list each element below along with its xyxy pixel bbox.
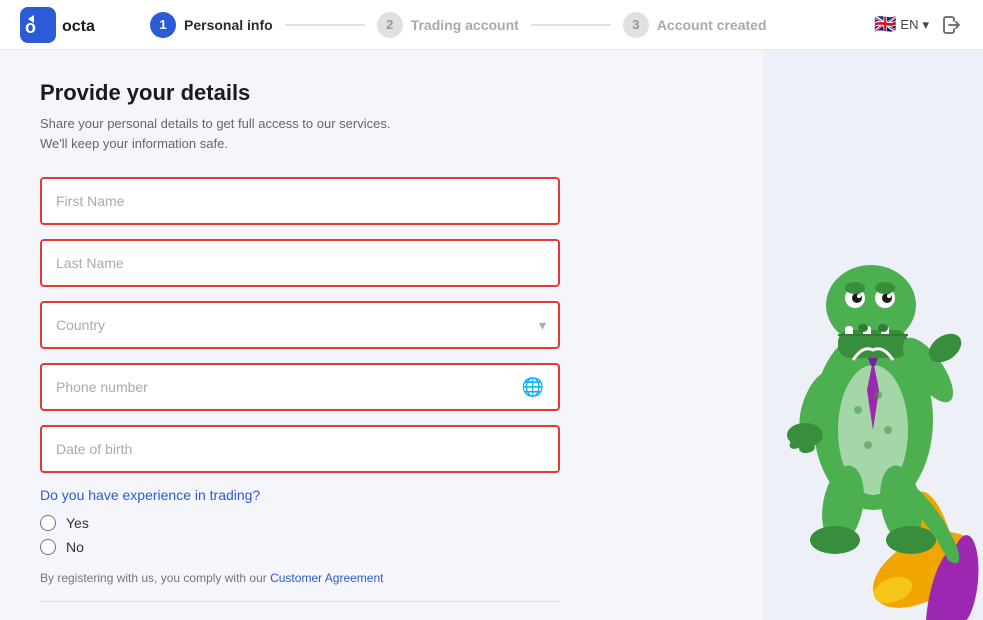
- radio-no-label[interactable]: No: [40, 539, 560, 555]
- terms-text: By registering with us, you comply with …: [40, 571, 560, 585]
- step-connector-1: [285, 24, 365, 26]
- flag-icon: 🇬🇧: [874, 14, 896, 35]
- first-name-input-wrapper: [40, 177, 560, 225]
- page-title: Provide your details: [40, 80, 723, 106]
- step-2-label: Trading account: [411, 17, 519, 33]
- radio-no-text: No: [66, 539, 84, 555]
- last-name-input-wrapper: [40, 239, 560, 287]
- logout-button[interactable]: [941, 14, 963, 36]
- octa-wordmark: octa: [62, 15, 110, 35]
- radio-yes-input[interactable]: [40, 515, 56, 531]
- step-connector-2: [531, 24, 611, 26]
- dob-field: [40, 425, 560, 473]
- header-right: 🇬🇧 EN ▾: [874, 14, 963, 36]
- stepper: 1 Personal info 2 Trading account 3 Acco…: [150, 12, 874, 38]
- step-2-circle: 2: [377, 12, 403, 38]
- step-1-circle: 1: [150, 12, 176, 38]
- step-2: 2 Trading account: [377, 12, 519, 38]
- terms-prefix: By registering with us, you comply with …: [40, 571, 270, 585]
- radio-no-input[interactable]: [40, 539, 56, 555]
- phone-field: 🌐: [40, 363, 560, 411]
- country-input-wrapper: Country United States United Kingdom Can…: [40, 301, 560, 349]
- step-1: 1 Personal info: [150, 12, 273, 38]
- country-select[interactable]: Country United States United Kingdom Can…: [56, 317, 544, 333]
- last-name-input[interactable]: [56, 255, 544, 271]
- trading-question: Do you have experience in trading?: [40, 487, 560, 503]
- chevron-down-icon: ▾: [922, 17, 929, 33]
- divider: [40, 601, 560, 602]
- language-selector[interactable]: 🇬🇧 EN ▾: [874, 14, 929, 35]
- first-name-field: [40, 177, 560, 225]
- step-3: 3 Account created: [623, 12, 767, 38]
- first-name-input[interactable]: [56, 193, 544, 209]
- step-3-label: Account created: [657, 17, 767, 33]
- phone-input[interactable]: [56, 379, 516, 395]
- subtitle-line2: We'll keep your information safe.: [40, 136, 228, 151]
- step-3-circle: 3: [623, 12, 649, 38]
- step-1-label: Personal info: [184, 17, 273, 33]
- language-code: EN: [900, 17, 918, 32]
- last-name-field: [40, 239, 560, 287]
- logo-area: o octa: [20, 7, 110, 43]
- country-field: Country United States United Kingdom Can…: [40, 301, 560, 349]
- header: o octa 1 Personal info 2 Trading account…: [0, 0, 983, 50]
- right-panel: [763, 50, 983, 620]
- mascot-illustration: [763, 50, 983, 620]
- globe-icon[interactable]: 🌐: [522, 377, 544, 398]
- main-content: Provide your details Share your personal…: [0, 50, 983, 620]
- svg-text:octa: octa: [62, 18, 95, 35]
- logout-icon: [941, 14, 963, 36]
- octa-logo: o: [20, 7, 56, 43]
- customer-agreement-link[interactable]: Customer Agreement: [270, 571, 383, 585]
- dob-input-wrapper: [40, 425, 560, 473]
- radio-yes-text: Yes: [66, 515, 89, 531]
- page-subtitle: Share your personal details to get full …: [40, 114, 723, 153]
- subtitle-line1: Share your personal details to get full …: [40, 116, 390, 131]
- form-fields: Country United States United Kingdom Can…: [40, 177, 560, 620]
- left-panel: Provide your details Share your personal…: [0, 50, 763, 620]
- phone-input-wrapper: 🌐: [40, 363, 560, 411]
- dob-input[interactable]: [56, 441, 544, 457]
- radio-yes-label[interactable]: Yes: [40, 515, 560, 531]
- trading-radio-group: Yes No: [40, 515, 560, 555]
